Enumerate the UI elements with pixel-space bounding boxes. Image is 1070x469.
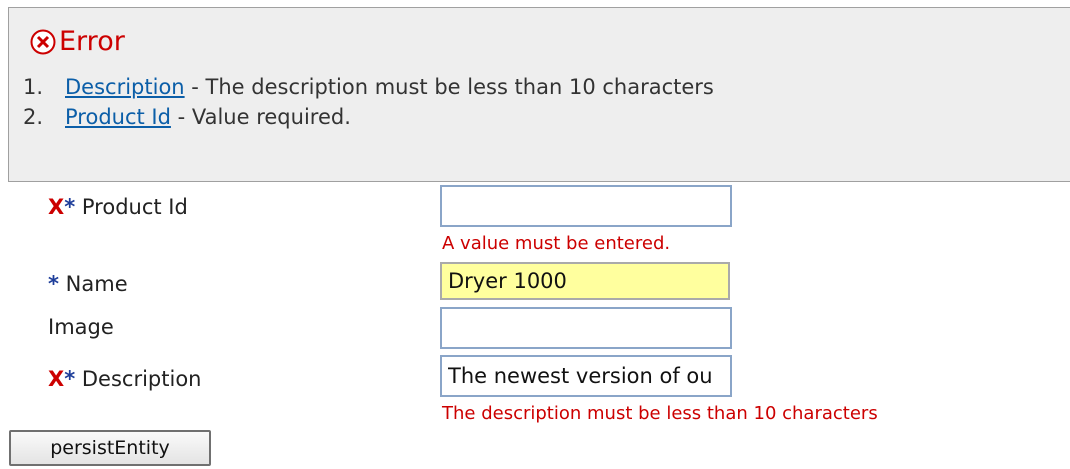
error-item-number: 2. bbox=[23, 105, 44, 129]
product-id-error: A value must be entered. bbox=[442, 233, 671, 254]
error-header: Error bbox=[29, 26, 125, 58]
error-item: 2. Product Id - Value required. bbox=[23, 102, 714, 132]
page: Error 1. Description - The description mu… bbox=[0, 0, 1070, 469]
required-marker-icon: * bbox=[64, 367, 76, 391]
image-label-text: Image bbox=[48, 315, 114, 339]
required-marker-icon: * bbox=[48, 272, 59, 296]
error-link-product-id[interactable]: Product Id bbox=[65, 105, 171, 129]
image-label: Image bbox=[48, 314, 114, 340]
persist-entity-button[interactable]: persistEntity bbox=[9, 430, 211, 466]
description-label: X* Description bbox=[48, 366, 201, 392]
name-label-text: Name bbox=[65, 272, 128, 296]
product-id-label-text: Product Id bbox=[81, 195, 188, 219]
error-title: Error bbox=[59, 26, 125, 57]
name-label: * Name bbox=[48, 271, 128, 297]
description-input[interactable] bbox=[440, 355, 732, 397]
error-item: 1. Description - The description must be … bbox=[23, 72, 714, 102]
image-input[interactable] bbox=[440, 307, 732, 349]
error-item-message: - Value required. bbox=[170, 105, 351, 129]
error-item-message: - The description must be less than 10 c… bbox=[184, 75, 714, 99]
invalid-marker-icon: X bbox=[48, 367, 65, 391]
error-list: 1. Description - The description must be … bbox=[23, 72, 714, 132]
product-id-input[interactable] bbox=[440, 185, 732, 227]
error-circle-icon bbox=[30, 29, 56, 55]
required-marker-icon: * bbox=[64, 195, 76, 219]
error-messages-panel: Error 1. Description - The description mu… bbox=[8, 7, 1070, 182]
error-item-number: 1. bbox=[23, 75, 44, 99]
description-error: The description must be less than 10 cha… bbox=[442, 403, 878, 424]
invalid-marker-icon: X bbox=[48, 195, 65, 219]
name-input[interactable] bbox=[440, 262, 730, 300]
description-label-text: Description bbox=[81, 367, 202, 391]
product-id-label: X* Product Id bbox=[48, 194, 188, 220]
error-link-description[interactable]: Description bbox=[65, 75, 185, 99]
